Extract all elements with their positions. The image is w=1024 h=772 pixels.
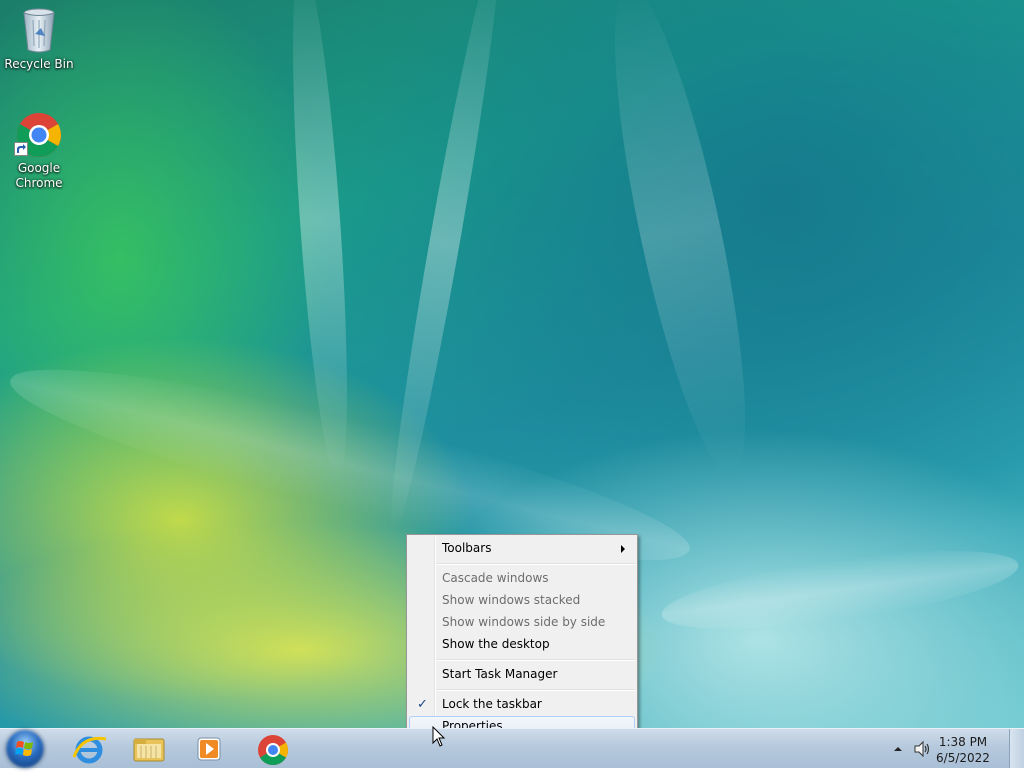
menu-item-cascade-windows[interactable]: Cascade windows: [409, 568, 635, 590]
menu-item-label: Show the desktop: [442, 637, 550, 651]
menu-item-show-windows-stacked[interactable]: Show windows stacked: [409, 590, 635, 612]
menu-item-label: Lock the taskbar: [442, 697, 542, 711]
menu-separator: [437, 659, 635, 661]
menu-item-show-the-desktop[interactable]: Show the desktop: [409, 634, 635, 656]
checkmark-icon: ✓: [417, 697, 428, 712]
menu-item-label: Show windows stacked: [442, 593, 581, 607]
tray-clock[interactable]: 1:38 PM 6/5/2022: [928, 734, 998, 766]
internet-explorer-icon: [72, 736, 107, 764]
show-hidden-icons-arrow[interactable]: [893, 744, 903, 754]
menu-item-lock-the-taskbar[interactable]: ✓ Lock the taskbar: [409, 694, 635, 716]
recycle-bin-icon: [23, 8, 55, 53]
clock-date: 6/5/2022: [936, 751, 990, 765]
menu-item-label: Cascade windows: [442, 571, 549, 585]
desktop-icon-recycle-bin[interactable]: Recycle Bin: [0, 6, 78, 72]
chrome-icon: [258, 735, 289, 766]
menu-item-label: Start Task Manager: [442, 667, 558, 681]
desktop-icon-google-chrome[interactable]: Google Chrome: [0, 112, 78, 191]
menu-item-label: Toolbars: [442, 541, 492, 555]
show-desktop-button[interactable]: [1009, 729, 1024, 768]
wallpaper-streak: [588, 0, 772, 483]
taskbar-media-player[interactable]: [182, 731, 236, 767]
taskbar-google-chrome[interactable]: [246, 731, 300, 767]
windows-logo-icon: [15, 741, 33, 756]
shortcut-arrow-icon: [14, 142, 28, 156]
recycle-bin-label: Recycle Bin: [4, 57, 74, 71]
clock-time: 1:38 PM: [938, 735, 988, 749]
taskbar[interactable]: 1:38 PM 6/5/2022: [0, 728, 1024, 768]
taskbar-file-explorer[interactable]: [122, 731, 176, 767]
taskbar-context-menu: Toolbars Cascade windows Show windows st…: [406, 534, 638, 738]
menu-item-start-task-manager[interactable]: Start Task Manager: [409, 664, 635, 686]
file-explorer-icon: [133, 738, 165, 762]
start-button[interactable]: [6, 730, 44, 768]
taskbar-internet-explorer[interactable]: [62, 731, 116, 767]
chrome-label-line1: Google: [17, 161, 61, 175]
wallpaper-streak: [657, 535, 1023, 645]
menu-item-toolbars[interactable]: Toolbars: [409, 538, 635, 560]
mouse-cursor-icon: [432, 726, 446, 747]
menu-separator: [437, 563, 635, 565]
menu-separator: [437, 689, 635, 691]
menu-item-show-windows-side-by-side[interactable]: Show windows side by side: [409, 612, 635, 634]
chrome-label-line2: Chrome: [15, 176, 63, 190]
media-player-icon: [197, 737, 221, 761]
submenu-arrow-icon: [621, 545, 625, 553]
menu-item-label: Show windows side by side: [442, 615, 606, 629]
